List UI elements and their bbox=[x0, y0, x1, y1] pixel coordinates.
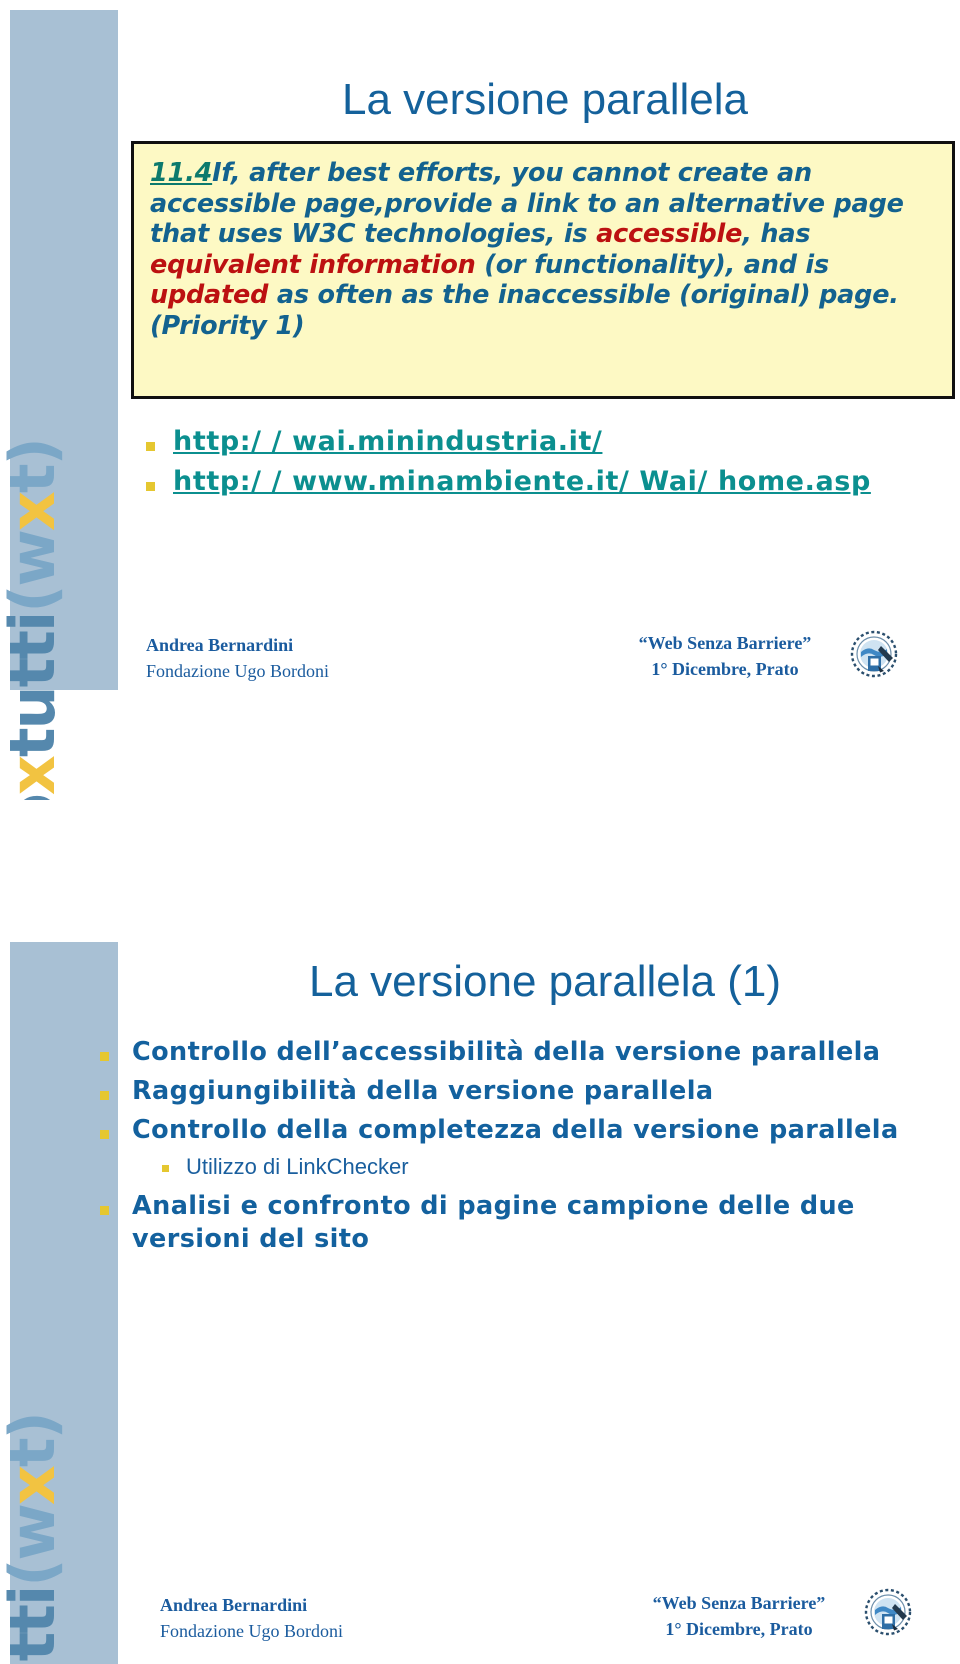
footer-organization: Fondazione Ugo Bordoni bbox=[146, 661, 329, 682]
slide-versione-parallela-1: webxtutti(wxt) La versione parallela (1)… bbox=[0, 880, 960, 1664]
quote-highlight-updated: updated bbox=[150, 280, 269, 311]
list-item-label: Utilizzo di LinkChecker bbox=[186, 1154, 409, 1180]
footer-event-name: “Web Senza Barriere” bbox=[652, 1593, 826, 1613]
square-bullet-icon bbox=[100, 1052, 109, 1061]
brand-x-icon: x bbox=[0, 757, 69, 796]
footer-event-name: “Web Senza Barriere” bbox=[638, 633, 812, 653]
footer-event-date: 1° Dicembre, Prato bbox=[651, 659, 799, 680]
list-item: Controllo della completezza della versio… bbox=[100, 1114, 930, 1147]
guideline-reference: 11.4 bbox=[150, 158, 213, 188]
footer-event-date: 1° Dicembre, Prato bbox=[665, 1619, 813, 1640]
guideline-quote-box: 11.4If, after best efforts, you cannot c… bbox=[131, 141, 955, 399]
square-bullet-icon bbox=[100, 1130, 109, 1140]
square-bullet-icon bbox=[162, 1165, 169, 1173]
reference-link-list: http:/ / wai.minindustria.it/ http:/ / w… bbox=[146, 424, 946, 503]
list-item-label: Raggiungibilità della versione parallela bbox=[132, 1076, 714, 1107]
list-item[interactable]: http:/ / www.minambiente.it/ Wai/ home.a… bbox=[146, 464, 946, 500]
brand-suffix: (wxt) bbox=[0, 439, 69, 613]
page-title: La versione parallela bbox=[341, 75, 749, 125]
footer-author-block: Andrea Bernardini Fondazione Ugo Bordoni bbox=[146, 632, 329, 684]
slide-versione-parallela: webxtutti(wxt) La versione parallela 11.… bbox=[0, 0, 960, 800]
event-logo-icon bbox=[848, 628, 900, 680]
quote-highlight-accessible: accessible bbox=[596, 219, 743, 250]
footer-organization: Fondazione Ugo Bordoni bbox=[160, 1621, 343, 1642]
event-logo-icon bbox=[862, 1586, 914, 1638]
page-title: La versione parallela (1) bbox=[308, 957, 782, 1007]
square-bullet-icon bbox=[100, 1091, 109, 1101]
brand-name-web: web bbox=[0, 795, 69, 800]
list-item-sub: Utilizzo di LinkChecker bbox=[100, 1153, 930, 1182]
footer-event-block: “Web Senza Barriere” 1° Dicembre, Prato bbox=[610, 630, 840, 682]
brand-suffix: (wxt) bbox=[0, 1413, 69, 1587]
brand-name-tutti: tutti bbox=[0, 612, 69, 758]
list-item-label: Analisi e confronto di pagine campione d… bbox=[132, 1191, 855, 1255]
list-item: Raggiungibilità della versione parallela bbox=[100, 1075, 930, 1108]
list-item: Controllo dell’accessibilità della versi… bbox=[100, 1036, 930, 1069]
agenda-bullet-list: Controllo dell’accessibilità della versi… bbox=[100, 1036, 930, 1262]
footer-author-name: Andrea Bernardini bbox=[146, 635, 294, 655]
footer-event-block: “Web Senza Barriere” 1° Dicembre, Prato bbox=[624, 1590, 854, 1642]
footer-author-block: Andrea Bernardini Fondazione Ugo Bordoni bbox=[160, 1592, 343, 1644]
brand-logo-text: webxtutti(wxt) bbox=[0, 1413, 69, 1664]
brand-logo-text: webxtutti(wxt) bbox=[0, 439, 69, 800]
list-item-label: Controllo dell’accessibilità della versi… bbox=[132, 1037, 881, 1067]
list-item[interactable]: http:/ / wai.minindustria.it/ bbox=[146, 424, 946, 460]
list-item-label: Controllo della completezza della versio… bbox=[132, 1115, 899, 1146]
square-bullet-icon bbox=[146, 442, 155, 451]
external-link[interactable]: http:/ / www.minambiente.it/ Wai/ home.a… bbox=[173, 464, 871, 500]
quote-highlight-equivalent-information: equivalent information bbox=[150, 249, 476, 280]
quote-segment-2: , has bbox=[742, 219, 811, 250]
external-link[interactable]: http:/ / wai.minindustria.it/ bbox=[173, 424, 602, 460]
brand-name-tutti: tutti bbox=[0, 1586, 69, 1664]
quote-segment-3: (or functionality), and is bbox=[475, 249, 829, 280]
footer-author-name: Andrea Bernardini bbox=[160, 1595, 308, 1615]
list-item: Analisi e confronto di pagine campione d… bbox=[100, 1190, 930, 1256]
square-bullet-icon bbox=[100, 1206, 109, 1216]
guideline-quote-text: 11.4If, after best efforts, you cannot c… bbox=[150, 158, 938, 342]
brand-sidebar: webxtutti(wxt) bbox=[0, 10, 118, 800]
square-bullet-icon bbox=[146, 481, 155, 491]
